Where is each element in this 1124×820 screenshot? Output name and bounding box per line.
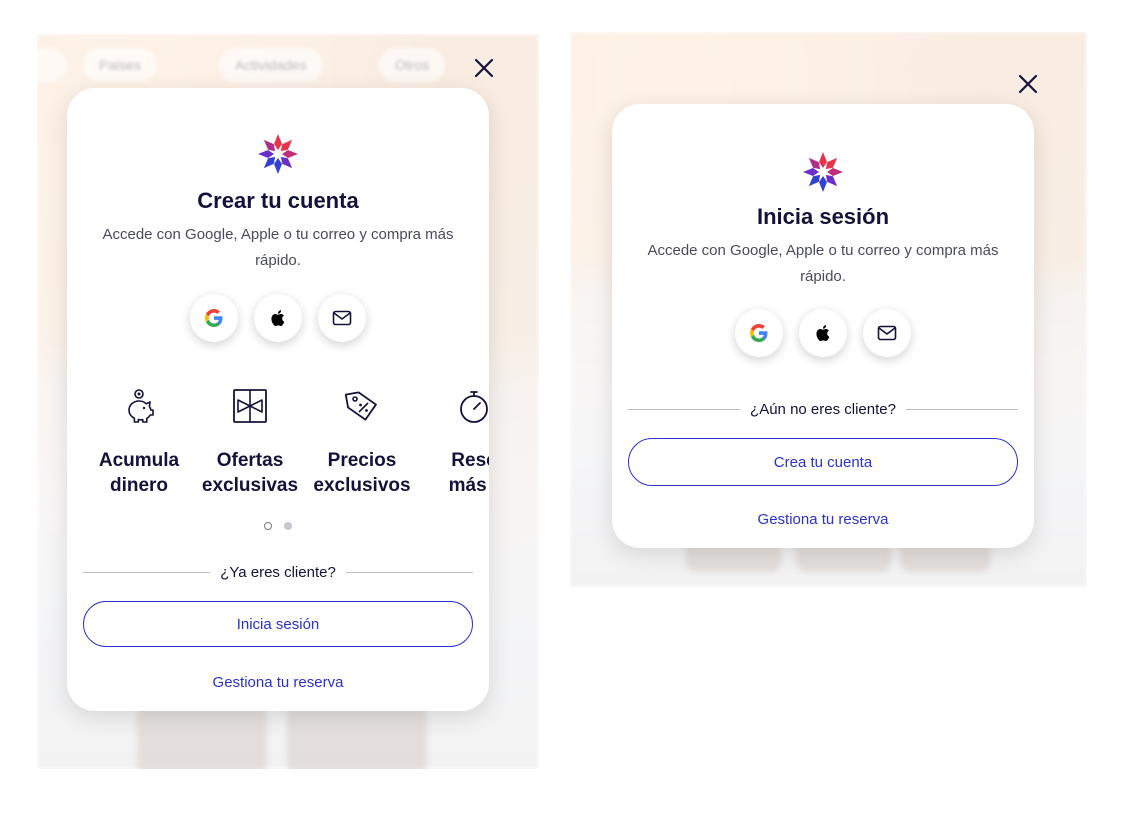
benefit-item: Rese más r xyxy=(418,386,489,498)
stopwatch-icon xyxy=(460,391,488,423)
divider-line xyxy=(905,409,1019,410)
brand-logo-icon xyxy=(258,134,298,174)
background-filter-pill: Actividades xyxy=(219,48,323,82)
manage-booking-link[interactable]: Gestiona tu reserva xyxy=(67,674,489,691)
carousel-dot-active[interactable] xyxy=(264,522,272,530)
benefits-carousel[interactable]: Acumula dinero Ofertas exclusivas Precio… xyxy=(67,386,489,506)
social-login-row xyxy=(612,309,1034,357)
carousel-dot[interactable] xyxy=(284,522,292,530)
social-login-row xyxy=(67,294,489,342)
divider-line xyxy=(345,572,473,573)
divider-line xyxy=(83,572,211,573)
create-account-button[interactable]: Crea tu cuenta xyxy=(628,438,1018,486)
close-icon[interactable] xyxy=(471,55,497,81)
apple-login-button[interactable] xyxy=(799,309,847,357)
mail-icon xyxy=(332,310,352,326)
modal-subtitle: Accede con Google, Apple o tu correo y c… xyxy=(102,226,454,269)
background-filter-pill: Otros xyxy=(379,48,446,82)
divider-text: ¿Aún no eres cliente? xyxy=(750,401,896,418)
signup-modal: Crear tu cuenta Accede con Google, Apple… xyxy=(67,88,489,711)
apple-icon xyxy=(816,325,830,341)
carousel-pagination xyxy=(67,522,489,530)
section-divider: ¿Aún no eres cliente? xyxy=(628,401,1019,418)
gift-icon xyxy=(233,389,267,423)
benefit-label: Precios exclusivos xyxy=(313,450,411,496)
modal-title: Crear tu cuenta xyxy=(197,188,359,213)
login-button[interactable]: Inicia sesión xyxy=(83,601,473,647)
modal-title: Inicia sesión xyxy=(756,204,890,229)
background-card xyxy=(137,704,267,769)
benefit-label: Ofertas exclusivas xyxy=(201,450,299,496)
benefit-label: Acumula dinero xyxy=(98,450,180,496)
login-modal: Inicia sesión Accede con Google, Apple o… xyxy=(612,104,1034,548)
price-tag-icon xyxy=(344,391,377,421)
modal-subtitle: Accede con Google, Apple o tu correo y c… xyxy=(647,242,999,285)
google-icon xyxy=(205,309,223,327)
benefit-item: Acumula dinero xyxy=(83,386,195,498)
mail-icon xyxy=(877,325,897,341)
email-login-button[interactable] xyxy=(863,309,911,357)
background-filter-pill: Paises xyxy=(83,48,158,82)
apple-icon xyxy=(271,310,285,326)
brand-logo-icon xyxy=(803,152,843,192)
benefit-label: Rese más r xyxy=(448,450,489,496)
google-login-button[interactable] xyxy=(190,294,238,342)
divider-line xyxy=(628,409,741,410)
email-login-button[interactable] xyxy=(318,294,366,342)
benefit-item: Ofertas exclusivas xyxy=(194,386,306,498)
google-icon xyxy=(750,324,768,342)
close-icon[interactable] xyxy=(1015,71,1041,97)
signup-screen: Paises Actividades Otros Crear tu cuenta… xyxy=(37,34,539,769)
manage-booking-link[interactable]: Gestiona tu reserva xyxy=(612,511,1034,528)
apple-login-button[interactable] xyxy=(254,294,302,342)
background-card xyxy=(287,704,427,769)
benefit-item: Precios exclusivos xyxy=(306,386,418,498)
piggy-bank-icon xyxy=(128,389,154,423)
login-screen: Inicia sesión Accede con Google, Apple o… xyxy=(570,32,1087,587)
divider-text: ¿Ya eres cliente? xyxy=(220,564,336,581)
google-login-button[interactable] xyxy=(735,309,783,357)
section-divider: ¿Ya eres cliente? xyxy=(83,564,473,581)
